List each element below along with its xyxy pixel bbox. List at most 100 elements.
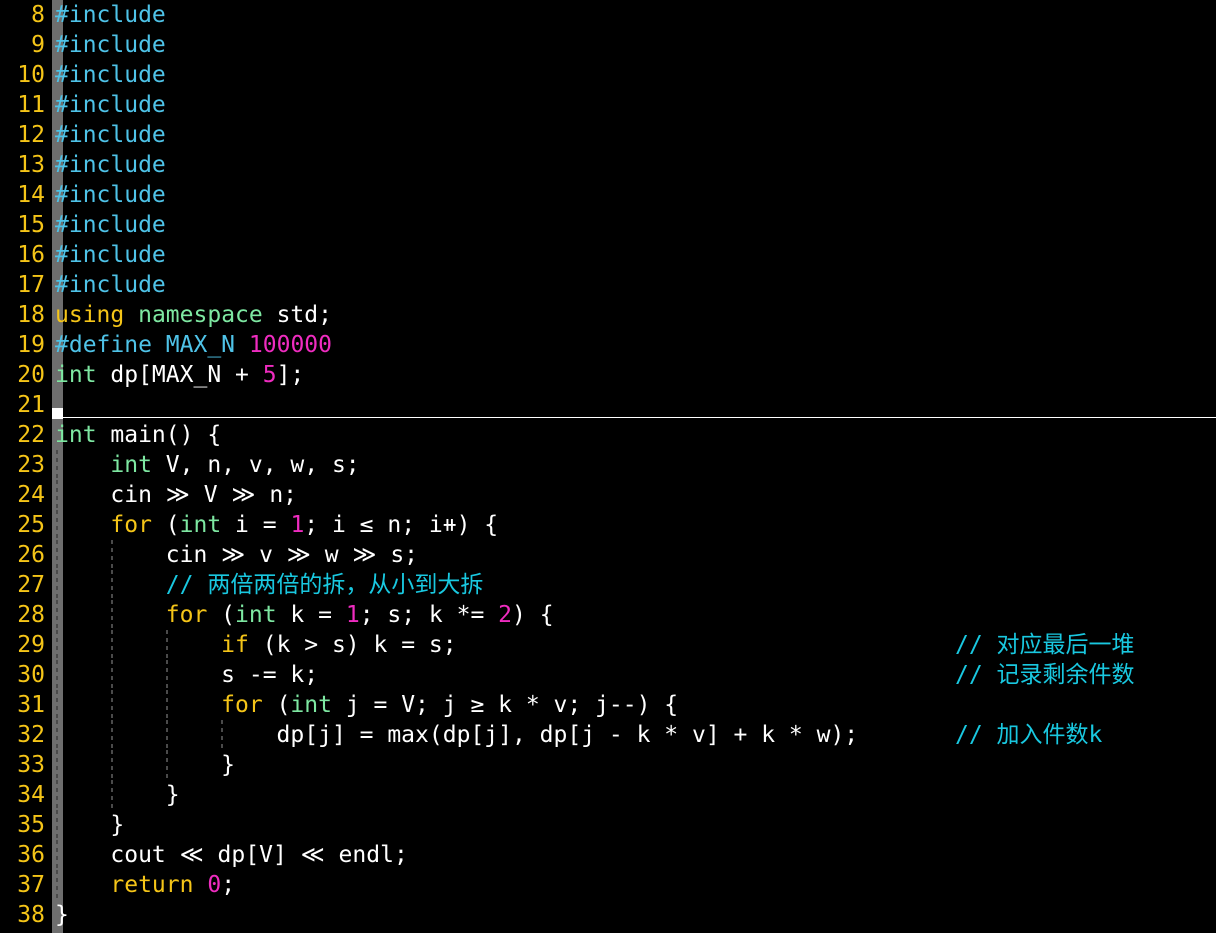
code-token: #include — [55, 32, 166, 58]
trailing-comment: // 加入件数k — [955, 722, 1103, 748]
code-line[interactable] — [55, 390, 1216, 420]
line-number: 21 — [17, 392, 45, 418]
line-number: 28 — [17, 602, 45, 628]
code-token: int — [55, 422, 97, 448]
indent-guide — [55, 750, 58, 780]
line-number: 27 — [17, 572, 45, 598]
code-line[interactable]: int dp[MAX_N + 5]; — [55, 360, 1216, 390]
code-token: } — [55, 902, 69, 928]
line-number: 30 — [17, 662, 45, 688]
code-token: 5 — [262, 362, 277, 388]
code-line[interactable]: #include — [55, 150, 1216, 180]
code-line[interactable]: } — [55, 780, 1216, 810]
indent-guide — [55, 690, 58, 720]
code-token: int — [55, 362, 97, 388]
code-editor[interactable]: 8 9 10 11 12 13 14 15 16 17 18 19 20 21 22 23 24 25 26 27 28… — [0, 0, 1216, 933]
indent-guide — [55, 450, 58, 480]
code-token: #include — [55, 212, 166, 238]
line-number: 25 — [17, 512, 45, 538]
code-line[interactable]: // 两倍两倍的拆，从小到大拆 — [55, 570, 1216, 600]
code-token: 0 — [207, 872, 222, 898]
code-line[interactable]: #include — [55, 30, 1216, 60]
code-token: MAX_N — [165, 332, 236, 358]
line-number: 35 — [17, 812, 45, 838]
code-token: for — [110, 512, 152, 538]
code-line[interactable]: cout ≪ dp[V] ≪ endl; — [55, 840, 1216, 870]
indent-guide — [165, 720, 168, 750]
indent-guide — [55, 630, 58, 660]
code-token: #include — [55, 242, 166, 268]
code-line[interactable]: #include — [55, 60, 1216, 90]
indent-guide — [165, 690, 168, 720]
code-token: ( — [151, 512, 180, 538]
code-token: #define — [55, 332, 152, 358]
code-token: cout ≪ dp[V] ≪ endl; — [55, 842, 408, 868]
code-token: int — [179, 512, 222, 538]
line-number: 32 — [17, 722, 45, 748]
line-number: 22 — [17, 422, 45, 448]
code-line[interactable]: #include — [55, 270, 1216, 300]
code-token: i = — [221, 512, 291, 538]
code-content[interactable]: #include #include #include #include #inc… — [55, 0, 1216, 933]
indent-guide — [55, 720, 58, 750]
code-token: int — [110, 452, 152, 478]
code-token: 1 — [345, 602, 360, 628]
code-token: for — [165, 602, 208, 628]
code-token: dp[j] = max(dp[j], dp[j - k * v] + k * w… — [55, 722, 859, 748]
code-token: int — [235, 602, 277, 628]
code-line[interactable]: int V, n, v, w, s; — [55, 450, 1216, 480]
line-number: 36 — [17, 842, 45, 868]
indent-guide — [55, 780, 58, 810]
indent-guide — [55, 600, 58, 630]
line-number: 29 — [17, 632, 45, 658]
code-token: namespace — [138, 302, 263, 328]
indent-guide — [110, 540, 113, 570]
code-line[interactable]: #include — [55, 120, 1216, 150]
code-line[interactable]: for (int j = V; j ≥ k * v; j--) { — [55, 690, 1216, 720]
code-token: k = — [276, 602, 346, 628]
indent-guide — [55, 870, 58, 900]
indent-guide — [110, 780, 113, 810]
code-line[interactable]: #include — [55, 180, 1216, 210]
code-token: 100000 — [248, 332, 332, 358]
code-token: ; i ≤ n; i⧺) { — [304, 512, 499, 538]
code-token: for — [221, 692, 263, 718]
line-number: 8 — [31, 2, 45, 28]
code-line[interactable]: #include — [55, 90, 1216, 120]
code-line[interactable]: cin ≫ v ≫ w ≫ s; — [55, 540, 1216, 570]
indent-guide — [110, 630, 113, 660]
code-token: #include — [55, 62, 166, 88]
code-line[interactable]: } — [55, 810, 1216, 840]
code-token: if — [221, 632, 249, 658]
indent-guide — [110, 690, 113, 720]
code-line[interactable]: #include — [55, 240, 1216, 270]
code-line[interactable]: using namespace std; — [55, 300, 1216, 330]
code-line[interactable]: #include — [55, 0, 1216, 30]
indent-guide — [110, 720, 113, 750]
indent-guide — [165, 750, 168, 780]
indent-guide — [55, 540, 58, 570]
code-line[interactable]: #define MAX_N 100000 — [55, 330, 1216, 360]
code-token: } — [55, 782, 180, 808]
code-token: V, n, v, w, s; — [151, 452, 360, 478]
code-token: } — [55, 752, 236, 778]
indent-guide — [110, 750, 113, 780]
code-line[interactable]: return 0; — [55, 870, 1216, 900]
code-line[interactable]: for (int k = 1; s; k *= 2) { — [55, 600, 1216, 630]
code-line[interactable]: cin ≫ V ≫ n; — [55, 480, 1216, 510]
code-line[interactable]: } — [55, 900, 1216, 930]
code-line[interactable]: } — [55, 750, 1216, 780]
code-line[interactable]: int main() { — [55, 420, 1216, 450]
code-token: cin ≫ v ≫ w ≫ s; — [55, 542, 419, 568]
code-line[interactable]: #include — [55, 210, 1216, 240]
code-line[interactable]: for (int i = 1; i ≤ n; i⧺) { — [55, 510, 1216, 540]
